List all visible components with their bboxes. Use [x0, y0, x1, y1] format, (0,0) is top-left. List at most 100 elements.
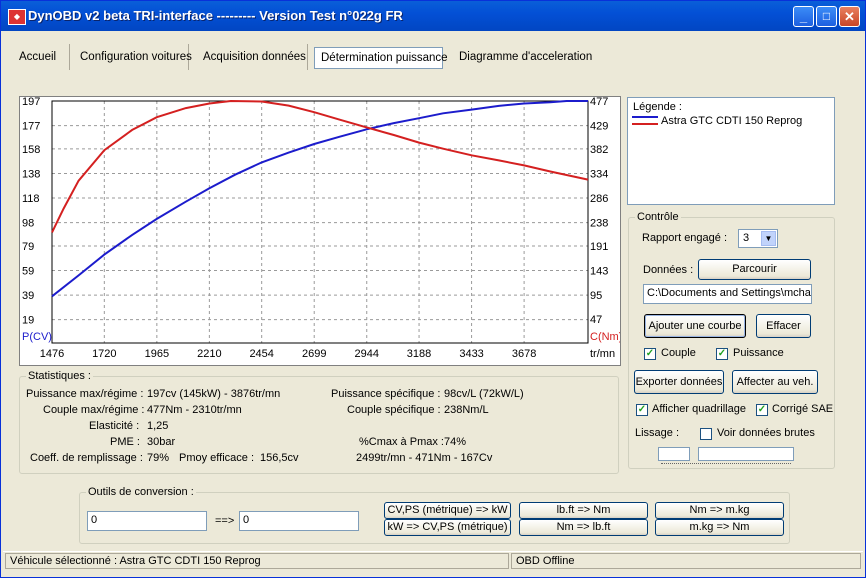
maximize-button[interactable]: □: [816, 6, 837, 27]
tab-determination-puissance[interactable]: Détermination puissance: [314, 47, 448, 69]
elasticite-value: 1,25: [147, 420, 169, 432]
couple-checkbox[interactable]: ✓: [644, 348, 656, 360]
tab-diagramme-acceleration[interactable]: Diagramme d'acceleration: [453, 44, 593, 70]
left-tick-label: 197: [22, 97, 40, 108]
coeff-value: 79%: [147, 452, 170, 464]
x-tick-label: 2699: [302, 348, 326, 360]
pme-label: PME :: [110, 436, 140, 448]
ratio-value: 74%: [444, 436, 467, 448]
conversion-output[interactable]: 0: [239, 511, 359, 531]
cv-to-kw-button[interactable]: CV,PS (métrique) => kW: [384, 502, 511, 519]
brutes-checkbox[interactable]: [700, 428, 712, 440]
puissance-checkbox[interactable]: ✓: [716, 348, 728, 360]
x-tick-label: 2210: [197, 348, 221, 360]
sae-label: Corrigé SAE: [772, 403, 834, 415]
title-bar[interactable]: ◆ DynOBD v2 beta TRI-interface ---------…: [1, 1, 865, 31]
lissage-slider[interactable]: [698, 447, 794, 461]
kw-to-cv-button[interactable]: kW => CV,PS (métrique): [384, 519, 511, 536]
legend-entry: Astra GTC CDTI 150 Reprog: [661, 115, 803, 127]
brutes-label: Voir données brutes: [717, 427, 815, 439]
right-tick-label: 95: [590, 290, 602, 302]
right-tick-label: 238: [590, 217, 608, 229]
status-bar: Véhicule sélectionné : Astra GTC CDTI 15…: [3, 551, 863, 570]
close-button[interactable]: ✕: [839, 6, 860, 27]
plot-frame: [51, 100, 589, 344]
x-axis-label: tr/mn: [590, 348, 615, 360]
right-tick-label: 477: [590, 97, 608, 108]
tab-accueil[interactable]: Accueil: [13, 44, 70, 70]
power-torque-chart[interactable]: 1476 1720 1965 2210 2454 2699 2944 3188 3433 3678…: [19, 96, 622, 366]
x-tick-label: 1965: [145, 348, 169, 360]
chart-svg: 1476 1720 1965 2210 2454 2699 2944 3188 3433 3678…: [22, 96, 622, 360]
minimize-button[interactable]: _: [793, 6, 814, 27]
x-tick-label: 2944: [354, 348, 378, 360]
right-tick-label: 191: [590, 241, 608, 253]
effacer-button[interactable]: Effacer: [756, 314, 811, 338]
status-obd: OBD Offline: [511, 553, 861, 569]
exporter-button[interactable]: Exporter données: [634, 370, 724, 394]
right-tick-label: 429: [590, 120, 608, 132]
right-tick-label: 334: [590, 169, 608, 181]
left-axis-label: P(CV): [22, 331, 52, 343]
tab-acquisition-donnees[interactable]: Acquisition données: [197, 44, 308, 70]
right-axis-label: C(Nm): [590, 331, 620, 343]
close-icon: ✕: [844, 9, 855, 24]
pspec-label: Puissance spécifique :: [331, 388, 441, 400]
quadrillage-label: Afficher quadrillage: [652, 403, 746, 415]
lbft-to-nm-button[interactable]: lb.ft => Nm: [519, 502, 648, 519]
left-tick-label: 177: [22, 121, 40, 133]
ratio-detail: 2499tr/mn - 471Nm - 167Cv: [356, 452, 493, 464]
affecter-button[interactable]: Affecter au veh.: [732, 370, 818, 394]
rapport-label: Rapport engagé :: [642, 232, 728, 244]
x-tick-label: 3678: [512, 348, 536, 360]
left-tick-label: 98: [22, 218, 34, 230]
series-couple-line: [51, 99, 589, 233]
x-tick-label: 2454: [249, 348, 273, 360]
app-window: ◆ DynOBD v2 beta TRI-interface ---------…: [0, 0, 866, 578]
file-path-input[interactable]: C:\Documents and Settings\mcha: [643, 284, 812, 304]
conversion-input[interactable]: 0: [87, 511, 207, 531]
quadrillage-checkbox[interactable]: ✓: [636, 404, 648, 416]
pmoy-label: Pmoy efficace :: [179, 452, 254, 464]
nm-to-mkg-button[interactable]: Nm => m.kg: [655, 502, 784, 519]
pmax-label: Puissance max/régime :: [26, 388, 144, 400]
right-tick-label: 47: [590, 314, 602, 326]
legend-title: Légende :: [633, 101, 682, 113]
controle-title: Contrôle: [635, 211, 681, 223]
legend-panel: Légende : Astra GTC CDTI 150 Reprog: [627, 97, 835, 205]
lissage-value-box[interactable]: [658, 447, 690, 461]
tab-configuration-voitures[interactable]: Configuration voitures: [74, 44, 192, 70]
outils-title: Outils de conversion :: [86, 486, 196, 498]
coeff-label: Coeff. de remplissage :: [30, 452, 143, 464]
maximize-icon: □: [822, 9, 831, 23]
pmax-value: 197cv (145kW) - 3876tr/mn: [147, 388, 281, 400]
x-tick-label: 3433: [459, 348, 483, 360]
window-title: DynOBD v2 beta TRI-interface --------- V…: [28, 8, 403, 23]
rapport-select[interactable]: 3 ▼: [738, 229, 778, 248]
elasticite-label: Elasticité :: [89, 420, 140, 432]
minimize-icon: _: [799, 9, 808, 24]
chevron-down-icon[interactable]: ▼: [761, 231, 776, 246]
legend-swatch: [632, 116, 658, 125]
cspec-label: Couple spécifique :: [347, 404, 441, 416]
right-tick-label: 286: [590, 193, 608, 205]
app-icon: ◆: [8, 9, 26, 25]
sae-checkbox[interactable]: ✓: [756, 404, 768, 416]
donnees-label: Données :: [643, 264, 694, 276]
cspec-value: 238Nm/L: [444, 404, 489, 416]
puissance-label: Puissance: [733, 347, 784, 359]
left-tick-label: 118: [22, 193, 40, 205]
ratio-label: %Cmax à Pmax :: [359, 436, 444, 448]
ajouter-courbe-button[interactable]: Ajouter une courbe: [644, 314, 746, 338]
lissage-ticks: [661, 463, 791, 466]
lissage-label: Lissage :: [635, 427, 680, 439]
x-tick-label: 1720: [92, 348, 116, 360]
status-vehicle: Véhicule sélectionné : Astra GTC CDTI 15…: [5, 553, 509, 569]
left-tick-label: 138: [22, 168, 40, 180]
mkg-to-nm-button[interactable]: m.kg => Nm: [655, 519, 784, 536]
rapport-value: 3: [743, 232, 750, 244]
left-tick-label: 19: [22, 315, 34, 327]
nm-to-lbft-button[interactable]: Nm => lb.ft: [519, 519, 648, 536]
left-tick-label: 59: [22, 266, 34, 278]
parcourir-button[interactable]: Parcourir: [698, 259, 811, 280]
